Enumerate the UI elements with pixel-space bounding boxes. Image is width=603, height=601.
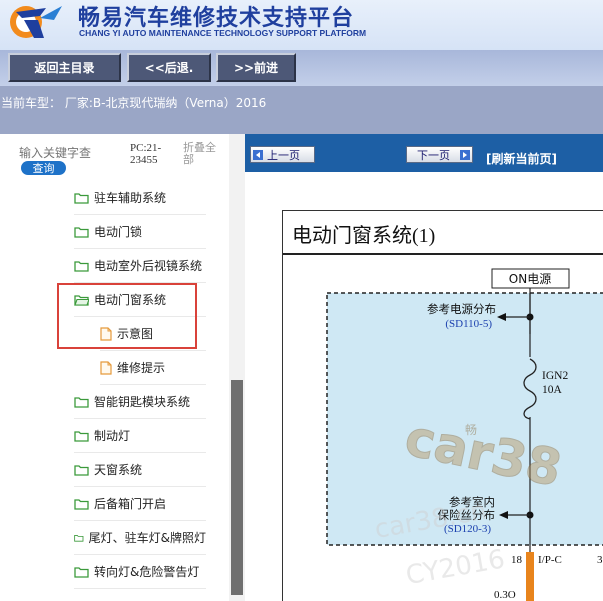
collapse-all-link[interactable]: 折叠全部 [183, 142, 223, 166]
pin-right: 3 [597, 554, 603, 566]
tree-item-label: 电动室外后视镜系统 [94, 259, 203, 273]
tree-item[interactable]: 尾灯、驻车灯&牌照灯 [74, 521, 206, 555]
document-panel: 上一页 下一页 [刷新当前页] 电动门窗系统(1) ON电源 参考电源分布 (S… [245, 134, 603, 601]
tree-item[interactable]: 电动室外后视镜系统 [74, 249, 206, 283]
ref-power-label: 参考电源分布 [427, 302, 496, 316]
file-icon [100, 360, 112, 375]
pc-code-label: PC:21-23455 [130, 142, 162, 166]
folder-icon [74, 396, 89, 408]
tree-item-label: 制动灯 [94, 429, 131, 443]
folder-icon [74, 226, 89, 238]
logo-icon [10, 6, 62, 38]
tree-item[interactable]: 转向灯&危险警告灯 [74, 555, 206, 589]
tree-item-label: 驻车辅助系统 [94, 191, 167, 205]
tree-item-label: 电动门锁 [94, 225, 143, 239]
fuse-rating: 10A [542, 384, 563, 396]
highlight-box [57, 283, 197, 349]
tree-item[interactable]: 维修提示 [100, 351, 206, 385]
orange-wire [526, 552, 534, 601]
folder-icon [74, 192, 89, 204]
tree-item-label: 维修提示 [117, 361, 166, 375]
tree-scrollbar[interactable] [229, 134, 245, 601]
folder-icon [74, 566, 89, 578]
app-header: 畅易汽车维修技术支持平台 CHANG YI AUTO MAINTENANCE T… [0, 0, 603, 50]
current-model-bar: 当前车型： 厂家:B-北京现代瑞纳（Verna）2016 [0, 86, 603, 134]
connector-label: I/P-C [538, 554, 562, 566]
tree-item-label: 转向灯&危险警告灯 [94, 565, 200, 579]
tree-item-label: 后备箱门开启 [94, 497, 167, 511]
watermark-tertiary: CY2016 [404, 544, 507, 591]
tree-item[interactable]: 智能钥匙模块系统 [74, 385, 206, 419]
back-button[interactable]: <<后退. [127, 53, 211, 82]
search-button[interactable]: 查询 [21, 161, 66, 175]
pin-number: 18 [511, 554, 523, 566]
home-button[interactable]: 返回主目录 [8, 53, 121, 82]
watermark-small: 畅 [465, 423, 477, 437]
wiring-diagram: ON电源 参考电源分布 (SD110-5) IGN2 10A 参考室内 保险丝分… [326, 268, 603, 601]
folder-icon [74, 430, 89, 442]
folder-icon [74, 260, 89, 272]
current-model-text: 当前车型： 厂家:B-北京现代瑞纳（Verna）2016 [1, 96, 267, 110]
tree-item[interactable]: 天窗系统 [74, 453, 206, 487]
tree-item[interactable]: 制动灯 [74, 419, 206, 453]
on-power-label: ON电源 [509, 272, 551, 286]
tree-item-label: 尾灯、驻车灯&牌照灯 [88, 531, 206, 545]
tree-item[interactable]: 电动门锁 [74, 215, 206, 249]
tree-panel: 查询 PC:21-23455 折叠全部 驻车辅助系统电动门锁电动室外后视镜系统电… [0, 134, 245, 601]
folder-icon [74, 498, 89, 510]
folder-icon [74, 534, 84, 542]
tree-item-label: 智能钥匙模块系统 [94, 395, 191, 409]
tree-item[interactable]: 后备箱门开启 [74, 487, 206, 521]
fuse-name: IGN2 [542, 370, 568, 382]
app-subtitle: CHANG YI AUTO MAINTENANCE TECHNOLOGY SUP… [79, 28, 367, 38]
folder-icon [74, 464, 89, 476]
main-toolbar: 返回主目录 <<后退. >>前进 [0, 50, 603, 86]
forward-button[interactable]: >>前进 [216, 53, 296, 82]
ref-power-code: (SD110-5) [445, 318, 492, 330]
tree-item-label: 天窗系统 [94, 463, 143, 477]
scroll-thumb[interactable] [231, 380, 243, 595]
tree-item[interactable]: 驻车辅助系统 [74, 181, 206, 215]
wire-label: 0.3O [494, 589, 516, 601]
